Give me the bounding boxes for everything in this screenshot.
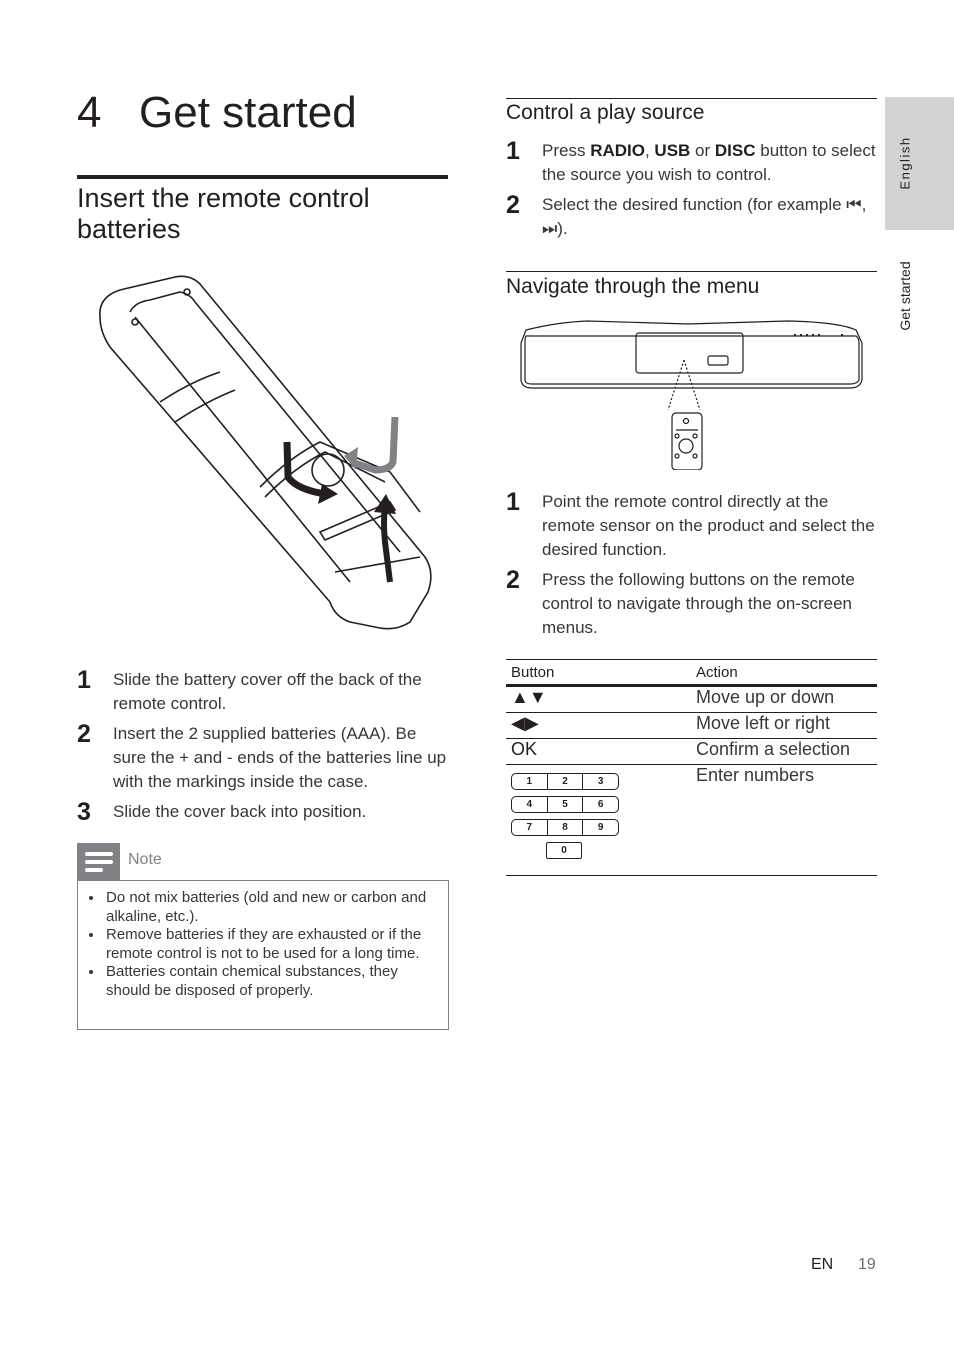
disc-key: DISC [714, 141, 756, 160]
action-text: Enter numbers [691, 764, 877, 876]
chapter-title: Get started [139, 88, 357, 137]
keypad-key: 1 [512, 774, 548, 789]
table-row: OK Confirm a selection [506, 738, 877, 765]
navigate-steps: 1 Point the remote control directly at t… [506, 490, 878, 646]
action-text: Move up or down [691, 685, 877, 713]
keypad-key: 0 [546, 842, 582, 859]
radio-key: RADIO [590, 141, 645, 160]
note-item: Do not mix batteries (old and new or car… [104, 889, 438, 926]
language-side-tab [885, 97, 954, 230]
header-action: Action [691, 659, 877, 687]
battery-steps: 1 Slide the battery cover off the back o… [77, 668, 449, 830]
action-text: Confirm a selection [691, 738, 877, 765]
keypad-row: 1 2 3 [511, 773, 619, 790]
step-text: Slide the battery cover off the back of … [113, 670, 422, 713]
numeric-keypad-cell: 1 2 3 4 5 6 7 8 9 0 [506, 764, 691, 876]
table-header-row: Button Action [506, 659, 877, 687]
left-right-arrows-icon: ◀▶ [506, 712, 691, 739]
step-item: 1 Slide the battery cover off the back o… [77, 668, 449, 716]
soundbar-remote-illustration [520, 320, 863, 470]
step-item: 2 Press the following buttons on the rem… [506, 568, 878, 640]
keypad-key: 3 [597, 776, 604, 787]
keypad-row: 7 8 9 [511, 819, 619, 836]
note-label: Note [128, 851, 162, 868]
section-title-navigate: Navigate through the menu [506, 275, 760, 298]
section-rule [506, 271, 877, 272]
keypad-key: 4 [512, 797, 548, 812]
note-lines-icon [85, 852, 113, 876]
step-text: Press the following buttons on the remot… [542, 570, 855, 637]
step-number: 1 [506, 488, 520, 516]
page-number: 19 [858, 1256, 876, 1273]
control-source-steps: 1 Press RADIO, USB or DISC button to sel… [506, 139, 878, 247]
language-label: English [897, 136, 913, 190]
table-row: ▲▼ Move up or down [506, 685, 877, 713]
step-number: 2 [506, 191, 520, 219]
step-item: 3 Slide the cover back into position. [77, 798, 449, 826]
ok-button-label: OK [506, 738, 691, 765]
step-item: 1 Press RADIO, USB or DISC button to sel… [506, 139, 878, 187]
keypad-key: 5 [548, 797, 584, 812]
button-action-table: Button Action ▲▼ Move up or down ◀▶ Move… [506, 659, 877, 876]
side-section-label: Get started [897, 261, 913, 331]
step-item: 2 Insert the 2 supplied batteries (AAA).… [77, 722, 449, 794]
step-text: Point the remote control directly at the… [542, 492, 875, 559]
note-box: Do not mix batteries (old and new or car… [77, 880, 449, 1030]
step-text: Select the desired function (for example… [542, 195, 867, 238]
keypad-key: 6 [597, 799, 604, 810]
usb-key: USB [654, 141, 691, 160]
section-divider [77, 175, 448, 179]
section-rule [506, 98, 877, 99]
section-title-control-source: Control a play source [506, 101, 705, 124]
section-title-batteries: Insert the remote control batteries [77, 183, 370, 244]
step-text: Press RADIO, USB or DISC button to selec… [542, 141, 876, 184]
table-row: 1 2 3 4 5 6 7 8 9 0 Enter numbers [506, 764, 877, 876]
note-tab [77, 843, 120, 881]
step-number: 2 [77, 720, 91, 748]
chapter-number: 4 [77, 88, 102, 137]
step-item: 1 Point the remote control directly at t… [506, 490, 878, 562]
step-text: Slide the cover back into position. [113, 802, 367, 821]
keypad-row: 4 5 6 [511, 796, 619, 813]
note-item: Remove batteries if they are exhausted o… [104, 926, 438, 963]
header-button: Button [506, 659, 691, 687]
keypad-key: 8 [548, 820, 584, 835]
step-number: 2 [506, 566, 520, 594]
step-number: 1 [506, 137, 520, 165]
action-text: Move left or right [691, 712, 877, 739]
footer-language: EN [811, 1256, 834, 1273]
keypad-key: 7 [512, 820, 548, 835]
up-down-arrows-icon: ▲▼ [506, 685, 691, 713]
remote-control-battery-illustration [99, 275, 432, 630]
step-number: 1 [77, 666, 91, 694]
step-item: 2 Select the desired function (for examp… [506, 193, 878, 241]
note-item: Batteries contain chemical substances, t… [104, 963, 438, 1000]
keypad-key: 2 [548, 774, 584, 789]
numeric-keypad-icon: 1 2 3 4 5 6 7 8 9 0 [511, 773, 619, 859]
keypad-key: 9 [597, 822, 604, 833]
step-number: 3 [77, 798, 91, 826]
step-text: Insert the 2 supplied batteries (AAA). B… [113, 724, 447, 791]
table-row: ◀▶ Move left or right [506, 712, 877, 739]
